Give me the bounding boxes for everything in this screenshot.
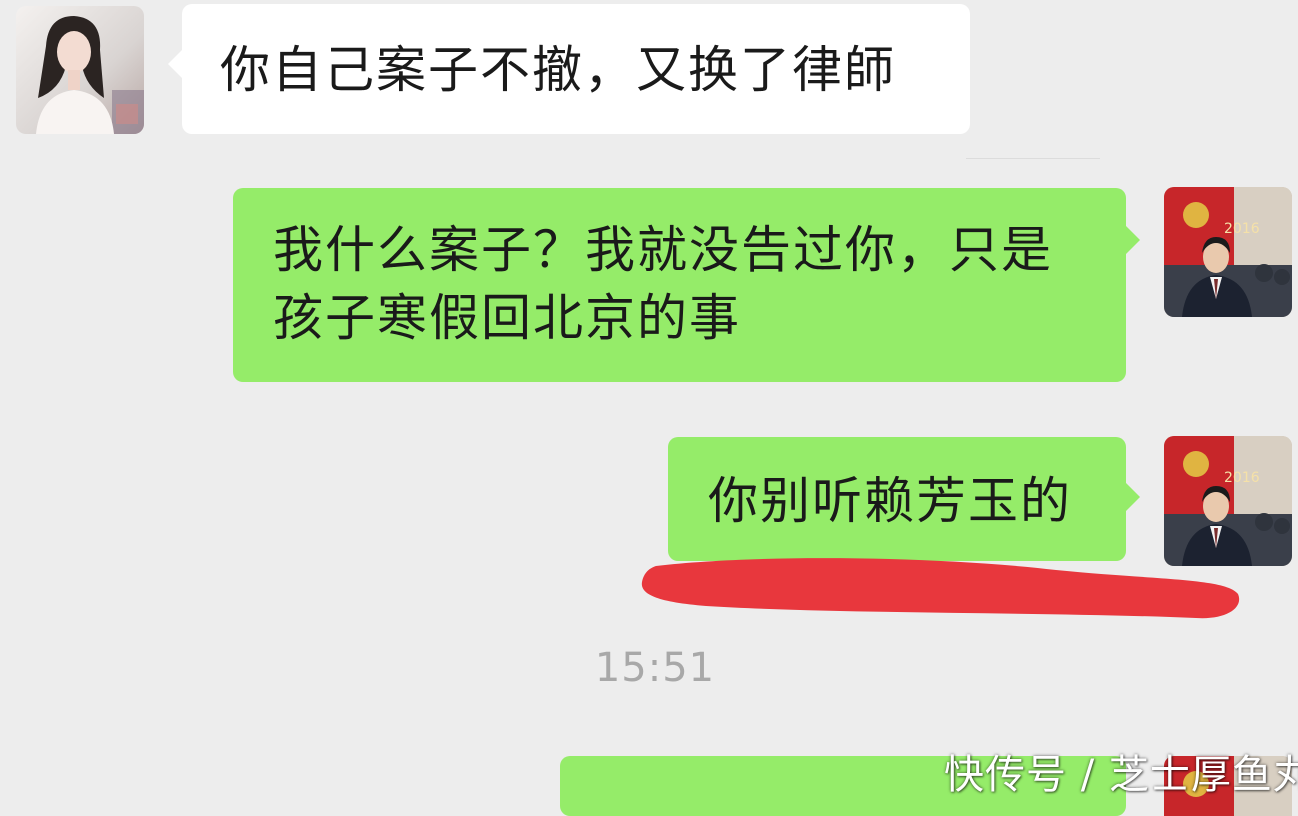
contact-avatar[interactable] — [16, 6, 144, 134]
sent-message-bubble[interactable]: 我什么案子？我就没告过你，只是 孩子寒假回北京的事 — [233, 188, 1140, 382]
message-text-line: 孩子寒假回北京的事 — [273, 289, 741, 347]
message-text: 你别听赖芳玉的 — [708, 472, 1072, 530]
received-message-bubble[interactable]: 你自己案子不撤，又换了律師 — [168, 4, 970, 134]
svg-text:2016: 2016 — [1224, 470, 1260, 486]
message-timestamp: 15:51 — [594, 645, 716, 691]
man-suit-portrait-icon: 2016 — [1164, 436, 1292, 566]
user-avatar[interactable]: 2016 — [1164, 187, 1292, 317]
divider — [966, 158, 1100, 159]
user-avatar[interactable]: 2016 — [1164, 436, 1292, 566]
man-suit-portrait-icon: 2016 — [1164, 187, 1292, 317]
message-text-line: 我什么案子？我就没告过你，只是 — [273, 221, 1053, 279]
sent-message-bubble[interactable]: 你别听赖芳玉的 — [668, 437, 1140, 561]
message-text: 你自己案子不撤，又换了律師 — [220, 41, 896, 99]
red-underline-annotation — [641, 558, 1240, 619]
watermark: 快传号 / 芝士厚鱼丸 — [944, 752, 1298, 798]
woman-portrait-icon — [16, 6, 144, 134]
svg-text:2016: 2016 — [1224, 221, 1260, 237]
